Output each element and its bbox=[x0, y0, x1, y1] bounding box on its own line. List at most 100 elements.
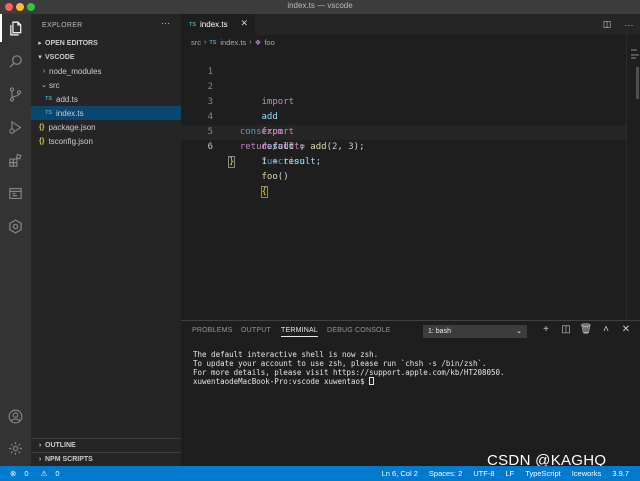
punctuation-token: , bbox=[337, 142, 349, 152]
minimap[interactable] bbox=[626, 35, 640, 320]
breadcrumb-symbol[interactable]: foo bbox=[264, 38, 274, 47]
status-problems[interactable]: ⊗ 0 ⚠ 0 bbox=[10, 469, 72, 478]
scrollbar-thumb[interactable] bbox=[636, 67, 639, 99]
typescript-file-icon: TS bbox=[45, 96, 53, 102]
split-editor-icon[interactable]: ◫ bbox=[596, 19, 618, 30]
breadcrumb-file[interactable]: index.ts bbox=[220, 38, 246, 47]
npm-scripts-section[interactable]: › NPM SCRIPTS bbox=[31, 452, 181, 466]
tab-index-ts[interactable]: TS index.ts ✕ bbox=[181, 14, 255, 35]
keyword-token: import bbox=[261, 97, 295, 107]
tree-item-src[interactable]: ⌄ src bbox=[31, 78, 181, 92]
text-cursor bbox=[234, 156, 236, 167]
close-icon[interactable]: ✕ bbox=[240, 18, 248, 29]
tree-item-label: package.json bbox=[48, 122, 96, 132]
terminal-prompt-line: xuwentaodeMacBook-Pro:vscode xuwentao$ bbox=[193, 377, 505, 386]
indentation[interactable]: Spaces: 2 bbox=[429, 469, 462, 478]
method-symbol-icon: ❖ bbox=[254, 38, 262, 47]
tree-item-node-modules[interactable]: › node_modules bbox=[31, 64, 181, 78]
split-terminal-icon[interactable]: ◫ bbox=[556, 324, 576, 335]
title-bar: index.ts — vscode bbox=[0, 0, 640, 14]
panel-actions: + ◫ 🗑 ˄ ✕ bbox=[536, 324, 636, 335]
chevron-down-icon: ⌄ bbox=[41, 82, 47, 89]
bottom-panel: PROBLEMS OUTPUT TERMINAL DEBUG CONSOLE 1… bbox=[181, 320, 640, 466]
tab-problems[interactable]: PROBLEMS bbox=[192, 327, 233, 334]
outline-label: OUTLINE bbox=[45, 442, 76, 449]
tree-item-label: src bbox=[49, 80, 60, 90]
minimap-line bbox=[631, 49, 637, 51]
punctuation-token: ); bbox=[353, 142, 365, 152]
panel-tab-bar: PROBLEMS OUTPUT TERMINAL DEBUG CONSOLE 1… bbox=[181, 321, 640, 343]
matched-brace: { bbox=[260, 186, 269, 198]
terminal-selector-dropdown[interactable]: 1: bash ⌄ bbox=[423, 325, 527, 338]
source-control-icon[interactable] bbox=[0, 80, 31, 108]
npm-scripts-label: NPM SCRIPTS bbox=[45, 456, 93, 463]
open-editors-section[interactable]: ▸ OPEN EDITORS bbox=[31, 36, 181, 50]
error-icon: ⊗ bbox=[10, 469, 17, 478]
tree-item-label: index.ts bbox=[56, 108, 84, 118]
maximize-panel-icon[interactable]: ˄ bbox=[596, 324, 616, 335]
code-line: 1 import add from './add'; bbox=[181, 50, 305, 152]
close-icon[interactable]: ✕ bbox=[616, 324, 636, 335]
explorer-more-actions-icon[interactable]: ··· bbox=[161, 18, 170, 28]
code-line-current: 6 } bbox=[181, 125, 626, 168]
breadcrumb-folder[interactable]: src bbox=[191, 38, 201, 47]
code-line: 5 return 1 + result; bbox=[181, 110, 322, 167]
minimap-line bbox=[631, 54, 639, 56]
activity-bar bbox=[0, 14, 31, 466]
outline-section[interactable]: › OUTLINE bbox=[31, 438, 181, 452]
warning-icon: ⚠ bbox=[40, 469, 48, 478]
terminal-cursor bbox=[369, 377, 375, 385]
code-line: 3 export default function foo() { bbox=[181, 80, 305, 198]
tree-item-package-json[interactable]: {} package.json bbox=[31, 120, 181, 134]
new-terminal-icon[interactable]: + bbox=[536, 324, 556, 335]
more-actions-icon[interactable]: ··· bbox=[618, 20, 640, 30]
error-count: 0 bbox=[24, 469, 29, 478]
chevron-down-icon: ⌄ bbox=[516, 328, 522, 335]
iceworks-icon[interactable] bbox=[0, 212, 31, 240]
manage-gear-icon[interactable] bbox=[0, 434, 31, 462]
iceworks-status[interactable]: Iceworks bbox=[572, 469, 602, 478]
explorer-title: EXPLORER bbox=[42, 21, 83, 29]
keyword-token: return bbox=[239, 142, 273, 152]
tab-terminal[interactable]: TERMINAL bbox=[281, 327, 318, 337]
tree-item-index-ts[interactable]: TS index.ts bbox=[31, 106, 181, 120]
tree-item-tsconfig-json[interactable]: {} tsconfig.json bbox=[31, 134, 181, 148]
window-title: index.ts — vscode bbox=[287, 1, 353, 10]
code-line: 2 bbox=[181, 65, 213, 92]
json-file-icon: {} bbox=[39, 123, 45, 131]
language-mode[interactable]: TypeScript bbox=[525, 469, 560, 478]
chevron-right-icon: › bbox=[204, 39, 207, 46]
punctuation-token: ; bbox=[315, 157, 322, 167]
run-debug-icon[interactable] bbox=[0, 113, 31, 141]
json-file-icon: {} bbox=[39, 137, 45, 145]
code-editor[interactable]: 1 import add from './add'; 2 3 export de… bbox=[181, 50, 626, 320]
tab-label: index.ts bbox=[200, 20, 228, 29]
editor-tab-bar: TS index.ts ✕ ◫ ··· bbox=[181, 14, 640, 35]
tab-debug-console[interactable]: DEBUG CONSOLE bbox=[327, 327, 391, 334]
end-of-line[interactable]: LF bbox=[506, 469, 515, 478]
files-icon[interactable] bbox=[0, 14, 31, 42]
punctuation-token: + bbox=[266, 157, 284, 167]
account-icon[interactable] bbox=[0, 402, 31, 430]
tree-item-label: tsconfig.json bbox=[48, 136, 93, 146]
tree-item-add-ts[interactable]: TS add.ts bbox=[31, 92, 181, 106]
status-right: Ln 6, Col 2 Spaces: 2 UTF-8 LF TypeScrip… bbox=[382, 469, 640, 478]
tree-item-label: add.ts bbox=[56, 94, 78, 104]
typescript-version[interactable]: 3.9.7 bbox=[612, 469, 629, 478]
chevron-right-icon: › bbox=[249, 39, 252, 46]
workspace-root-label: VSCODE bbox=[45, 53, 75, 61]
search-icon[interactable] bbox=[0, 47, 31, 75]
chevron-right-icon: ▸ bbox=[38, 40, 42, 47]
typescript-file-icon: TS bbox=[209, 39, 217, 46]
tab-output[interactable]: OUTPUT bbox=[241, 327, 271, 334]
chevron-down-icon: ▾ bbox=[38, 54, 42, 61]
workspace-root-section[interactable]: ▾ VSCODE bbox=[31, 50, 181, 64]
remote-explorer-icon[interactable] bbox=[0, 179, 31, 207]
cursor-position[interactable]: Ln 6, Col 2 bbox=[382, 469, 418, 478]
terminal-output[interactable]: The default interactive shell is now zsh… bbox=[193, 350, 505, 386]
typescript-file-icon: TS bbox=[45, 110, 53, 116]
trash-icon[interactable]: 🗑 bbox=[576, 324, 596, 335]
encoding[interactable]: UTF-8 bbox=[473, 469, 494, 478]
extensions-icon[interactable] bbox=[0, 146, 31, 174]
code-line: 4 const result = add(2, 3); bbox=[181, 95, 365, 152]
